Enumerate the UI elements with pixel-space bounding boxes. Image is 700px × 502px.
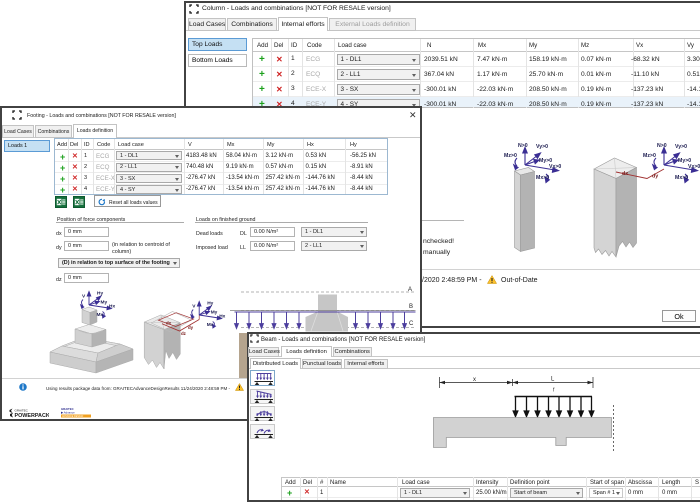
svg-text:Hx: Hx	[219, 314, 225, 320]
svg-text:N>0: N>0	[518, 143, 528, 149]
svg-text:dx: dx	[622, 171, 628, 177]
svg-text:A: A	[408, 287, 412, 293]
svg-text:V: V	[192, 304, 196, 310]
svg-text:Vy>0: Vy>0	[536, 144, 548, 150]
svg-text:Mz>0: Mz>0	[643, 153, 656, 159]
svg-text:Mx>0: Mx>0	[675, 175, 688, 181]
svg-text:GRAITEC: GRAITEC	[15, 408, 29, 412]
svg-text:Mx: Mx	[97, 312, 104, 318]
svg-text:Hy: Hy	[97, 291, 103, 297]
svg-text:N>0: N>0	[657, 143, 667, 149]
svg-text:dx: dx	[166, 321, 172, 326]
svg-text:ADVANCE DESIGN: ADVANCE DESIGN	[62, 415, 83, 418]
svg-text:Hy: Hy	[207, 301, 213, 307]
svg-text:dy: dy	[652, 174, 658, 180]
svg-text:▶ Advance: ▶ Advance	[61, 411, 75, 415]
svg-text:L: L	[551, 377, 555, 383]
svg-text:My: My	[101, 300, 108, 306]
svg-text:f: f	[553, 388, 555, 394]
svg-text:POWERPACK: POWERPACK	[15, 413, 50, 419]
svg-text:My: My	[211, 310, 218, 316]
svg-text:Vx>0: Vx>0	[688, 164, 700, 170]
svg-text:dy: dy	[188, 325, 194, 330]
svg-text:C: C	[409, 321, 414, 327]
svg-text:Hx: Hx	[109, 304, 115, 310]
svg-text:Mx: Mx	[207, 322, 214, 328]
svg-text:x: x	[473, 377, 476, 383]
svg-text:V: V	[82, 294, 86, 300]
svg-text:Vy>0: Vy>0	[675, 144, 687, 150]
svg-text:Mz>0: Mz>0	[504, 153, 517, 159]
svg-text:dz: dz	[181, 331, 187, 336]
svg-text:B: B	[409, 304, 413, 310]
svg-text:Vx>0: Vx>0	[549, 164, 561, 170]
svg-text:Mx>0: Mx>0	[536, 175, 549, 181]
